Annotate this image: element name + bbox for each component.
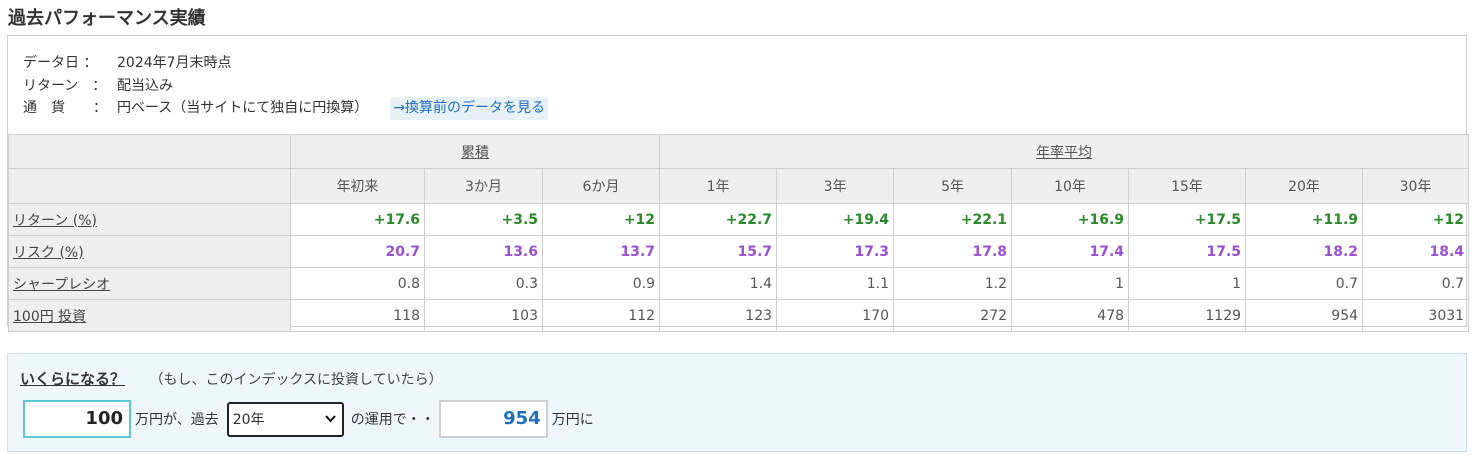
col-header: 3か月	[424, 168, 543, 204]
header-corner	[8, 134, 291, 169]
table-cell: +12	[1362, 203, 1470, 236]
table-cell: 13.7	[541, 235, 661, 268]
table-row-sharpe: シャープレシオ 0.8 0.3 0.9 1.4 1.1 1.2 1 1 0.7 …	[8, 267, 1470, 300]
period-select[interactable]: 20年	[226, 401, 344, 437]
header-cumulative: 累積	[289, 134, 661, 169]
col-header: 3年	[776, 168, 895, 204]
table-cell: +22.7	[659, 203, 778, 236]
table-cell: +3.5	[424, 203, 543, 236]
table-cell: 1	[1128, 267, 1247, 300]
result-suffix-text: 万円に	[551, 412, 594, 428]
col-header: 6か月	[541, 168, 661, 204]
return-value: 配当込み	[117, 77, 173, 94]
col-header: 30年	[1362, 168, 1470, 204]
calculator-note: （もし、このインデックスに投資していたら）	[149, 372, 443, 388]
table-cell: +19.4	[776, 203, 895, 236]
return-label: リターン ：	[23, 77, 107, 94]
table-cell: 3031	[1362, 299, 1470, 332]
col-header: 5年	[893, 168, 1013, 204]
row-label-sharpe[interactable]: シャープレシオ	[8, 267, 291, 300]
investment-calculator: いくらになる？ （もし、このインデックスに投資していたら） 100 万円が、過去…	[7, 353, 1467, 452]
table-cell: 1	[1011, 267, 1130, 300]
period-suffix-text: の運用で・・	[350, 412, 435, 428]
table-cell: 0.7	[1245, 267, 1364, 300]
table-cell: +12	[541, 203, 661, 236]
col-header: 15年	[1128, 168, 1247, 204]
header-annual-average: 年率平均	[659, 134, 1470, 169]
table-cell: 20.7	[290, 235, 425, 268]
chevron-down-icon	[324, 411, 336, 427]
period-select-value: 20年	[232, 412, 265, 428]
info-return-row: リターン ： 配当込み	[23, 75, 548, 98]
row-label-investment[interactable]: 100円 投資	[8, 299, 291, 332]
table-cell: 123	[659, 299, 778, 332]
table-row-investment: 100円 投資 118 103 112 123 170 272 478 1129…	[8, 299, 1470, 332]
table-cell: 1.2	[893, 267, 1013, 300]
header-corner-2	[8, 168, 291, 204]
table-cell: 0.8	[290, 267, 425, 300]
currency-value: 円ベース（当サイトにて独自に円換算）	[117, 100, 369, 116]
table-cell: 112	[541, 299, 661, 332]
table-cell: +11.9	[1245, 203, 1364, 236]
table-cell: 0.7	[1362, 267, 1470, 300]
table-row-risk: リスク (%) 20.7 13.6 13.7 15.7 17.3 17.8 17…	[8, 235, 1470, 268]
table-cell: 18.2	[1245, 235, 1364, 268]
col-header: 年初来	[290, 168, 425, 204]
info-block: データ日 ： 2024年7月末時点 リターン ： 配当込み 通 貨 ： 円ベース…	[23, 52, 549, 120]
info-date-row: データ日 ： 2024年7月末時点	[23, 52, 548, 75]
calculator-title: いくらになる？	[20, 370, 126, 388]
currency-label: 通 貨 ：	[23, 100, 107, 116]
amount-suffix-text: 万円が、過去	[135, 412, 219, 428]
table-cell: 17.3	[776, 235, 895, 268]
row-label-return[interactable]: リターン (%)	[8, 203, 291, 236]
table-cell: 17.4	[1011, 235, 1130, 268]
performance-table: 累積 年率平均 年初来 3か月 6か月 1年 3年 5年 10年 15年 20年…	[8, 134, 1470, 332]
table-cell: 118	[290, 299, 425, 332]
table-cell: 15.7	[659, 235, 778, 268]
table-cell: 0.9	[541, 267, 661, 300]
amount-input[interactable]: 100	[23, 400, 131, 438]
col-header: 20年	[1245, 168, 1364, 204]
table-cell: +22.1	[893, 203, 1013, 236]
calculator-row: 100 万円が、過去 20年 の運用で・・ 954 万円に	[23, 400, 598, 438]
table-cell: 17.8	[893, 235, 1013, 268]
table-cell: 0.3	[424, 267, 543, 300]
table-cell: +17.6	[290, 203, 425, 236]
date-label: データ日 ：	[23, 55, 98, 71]
table-cell: 17.5	[1128, 235, 1247, 268]
table-cell: 1129	[1128, 299, 1247, 332]
date-value: 2024年7月末時点	[117, 55, 232, 71]
performance-panel: データ日 ： 2024年7月末時点 リターン ： 配当込み 通 貨 ： 円ベース…	[7, 35, 1470, 332]
view-original-data-link[interactable]: →換算前のデータを見る	[390, 97, 549, 120]
table-row-return: リターン (%) +17.6 +3.5 +12 +22.7 +19.4 +22.…	[8, 203, 1470, 236]
info-currency-row: 通 貨 ： 円ベース（当サイトにて独自に円換算） →換算前のデータを見る	[23, 97, 549, 120]
table-cell: 13.6	[424, 235, 543, 268]
table-cell: +17.5	[1128, 203, 1247, 236]
row-label-risk[interactable]: リスク (%)	[8, 235, 291, 268]
table-cell: 18.4	[1362, 235, 1470, 268]
table-cell: 272	[893, 299, 1013, 332]
result-output: 954	[438, 400, 548, 438]
table-cell: 478	[1011, 299, 1130, 332]
table-cell: 103	[424, 299, 543, 332]
table-cell: 170	[776, 299, 895, 332]
col-header: 10年	[1011, 168, 1130, 204]
table-cell: +16.9	[1011, 203, 1130, 236]
calculator-heading: いくらになる？ （もし、このインデックスに投資していたら）	[20, 368, 443, 389]
col-header: 1年	[659, 168, 778, 204]
table-cell: 954	[1245, 299, 1364, 332]
table-cell: 1.4	[659, 267, 778, 300]
table-cell: 1.1	[776, 267, 895, 300]
page-title: 過去パフォーマンス実績	[8, 8, 206, 29]
